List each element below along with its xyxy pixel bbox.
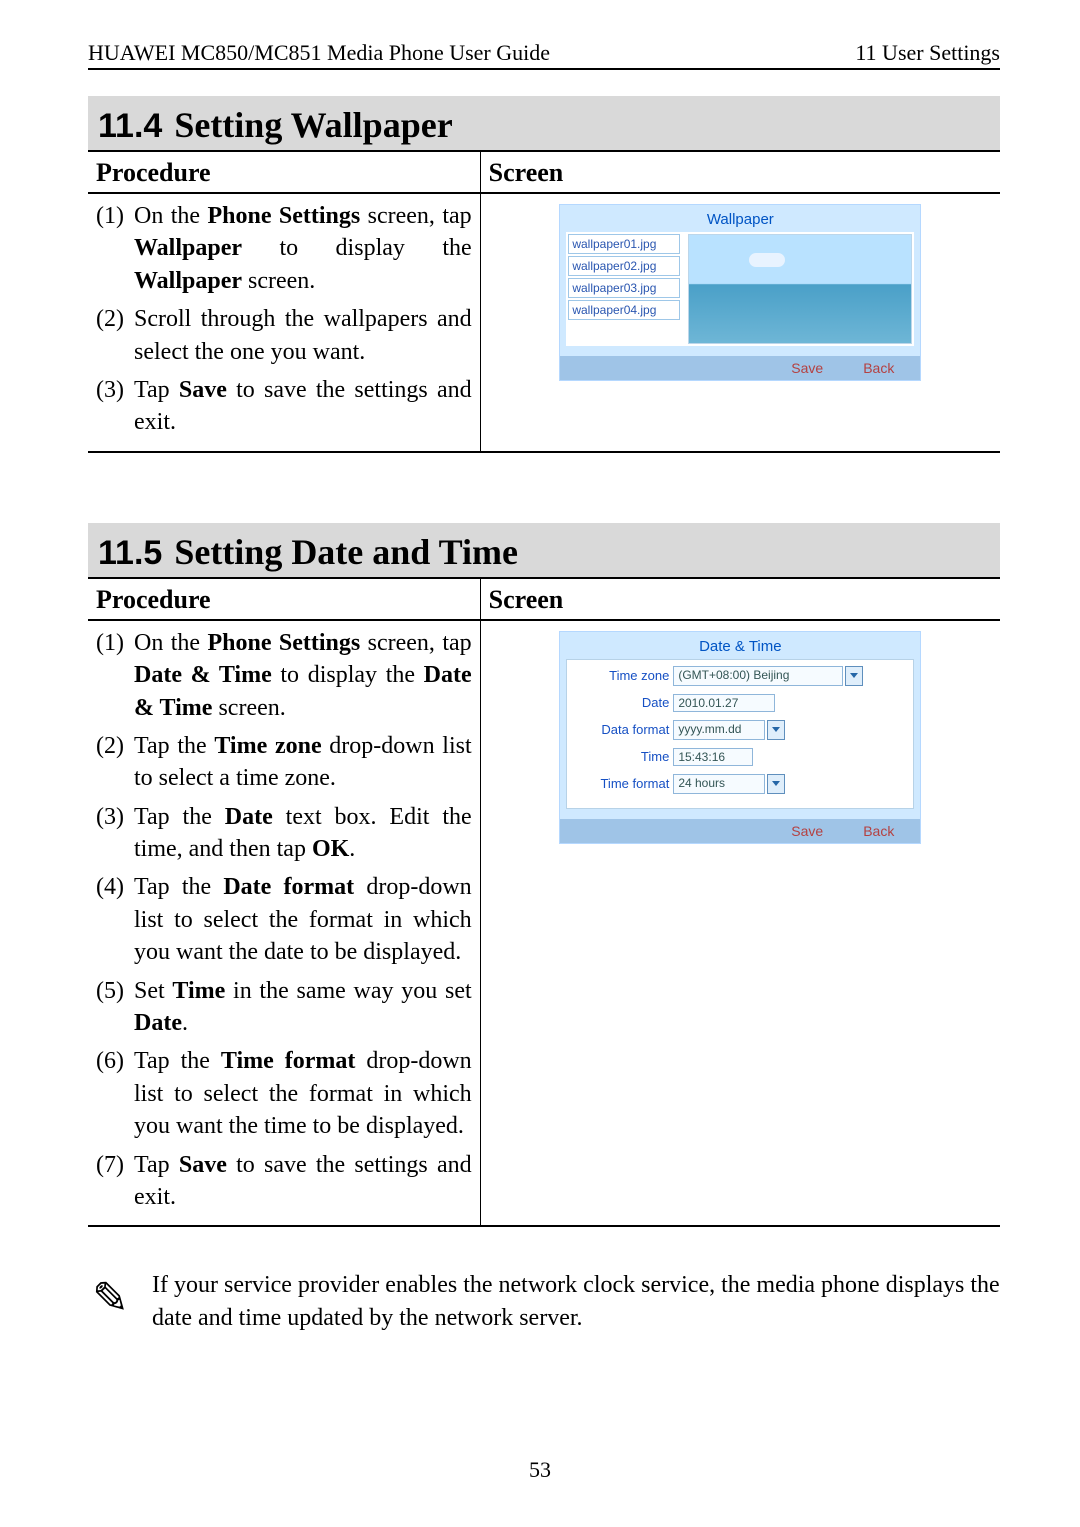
wallpaper-phone-mock: Wallpaper wallpaper01.jpg wallpaper02.jp… (559, 204, 921, 381)
timezone-label: Time zone (575, 668, 673, 683)
page-header: HUAWEI MC850/MC851 Media Phone User Guid… (88, 40, 1000, 70)
note-icon: ✎ (88, 1269, 152, 1328)
datetime-procedure: (1) On the Phone Settings screen, tap Da… (88, 620, 480, 1227)
wallpaper-table: Procedure Screen (1) On the Phone Settin… (88, 152, 1000, 453)
section-heading-wallpaper: 11.4 Setting Wallpaper (88, 96, 1000, 152)
save-button[interactable]: Save (771, 823, 843, 839)
wallpaper-screen-title: Wallpaper (560, 205, 920, 232)
wallpaper-item[interactable]: wallpaper03.jpg (568, 278, 680, 298)
date-value[interactable]: 2010.01.27 (673, 694, 775, 712)
chevron-down-icon[interactable] (767, 774, 785, 794)
col-screen: Screen (480, 152, 1000, 193)
timefmt-label: Time format (575, 776, 673, 791)
section-title: Setting Wallpaper (174, 105, 452, 145)
datafmt-label: Data format (575, 722, 673, 737)
note: ✎ If your service provider enables the n… (88, 1269, 1000, 1334)
chevron-down-icon[interactable] (845, 666, 863, 686)
wallpaper-item[interactable]: wallpaper02.jpg (568, 256, 680, 276)
datetime-screen-title: Date & Time (560, 632, 920, 659)
wallpaper-item[interactable]: wallpaper01.jpg (568, 234, 680, 254)
wallpaper-screen-cell: Wallpaper wallpaper01.jpg wallpaper02.jp… (480, 193, 1000, 452)
section-title: Setting Date and Time (174, 532, 518, 572)
col-screen: Screen (480, 579, 1000, 620)
col-procedure: Procedure (88, 152, 480, 193)
datafmt-value[interactable]: yyyy.mm.dd (673, 720, 765, 740)
col-procedure: Procedure (88, 579, 480, 620)
page-number: 53 (0, 1457, 1080, 1483)
section-heading-datetime: 11.5 Setting Date and Time (88, 523, 1000, 579)
time-label: Time (575, 749, 673, 764)
datetime-phone-mock: Date & Time Time zone (GMT+08:00) Beijin… (559, 631, 921, 844)
chevron-down-icon[interactable] (767, 720, 785, 740)
header-left: HUAWEI MC850/MC851 Media Phone User Guid… (88, 40, 550, 66)
back-button[interactable]: Back (843, 823, 914, 839)
wallpaper-procedure: (1) On the Phone Settings screen, tap Wa… (88, 193, 480, 452)
timezone-value[interactable]: (GMT+08:00) Beijing (673, 666, 843, 686)
datetime-screen-cell: Date & Time Time zone (GMT+08:00) Beijin… (480, 620, 1000, 1227)
datetime-table: Procedure Screen (1) On the Phone Settin… (88, 579, 1000, 1228)
header-right: 11 User Settings (855, 40, 1000, 66)
back-button[interactable]: Back (843, 360, 914, 376)
timefmt-value[interactable]: 24 hours (673, 774, 765, 794)
date-label: Date (575, 695, 673, 710)
section-number: 11.5 (98, 534, 162, 572)
section-number: 11.4 (98, 107, 162, 145)
wallpaper-preview (688, 234, 912, 344)
wallpaper-item[interactable]: wallpaper04.jpg (568, 300, 680, 320)
note-text: If your service provider enables the net… (152, 1269, 1000, 1334)
time-value[interactable]: 15:43:16 (673, 748, 753, 766)
save-button[interactable]: Save (771, 360, 843, 376)
